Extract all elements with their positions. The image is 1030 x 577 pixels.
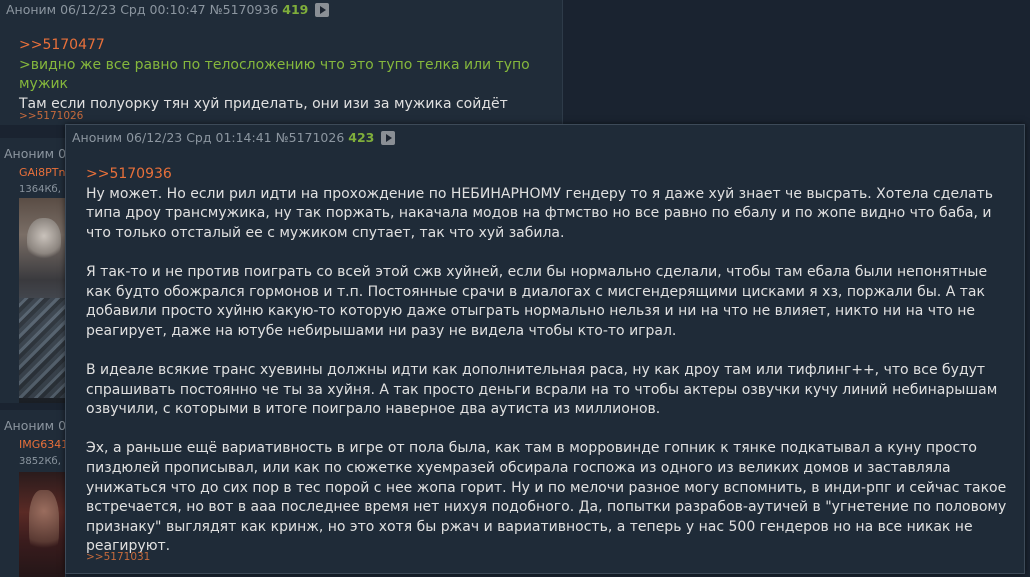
quote-text: >видно же все равно по телосложению что … <box>19 56 530 93</box>
post-paragraph: Ну может. Но если рил идти на прохождени… <box>86 185 993 241</box>
post-header: Аноним 06/12/23 Срд 00:10:47 №5170936 41… <box>6 2 330 17</box>
file-name[interactable]: GAi8PTn <box>19 166 65 179</box>
post: Аноним 06/12/23 Срд 00:10:47 №5170936 41… <box>0 0 563 125</box>
post-paragraph: Я так-то и не против поиграть со всей эт… <box>86 263 988 339</box>
post-number[interactable]: №5170936 <box>210 2 279 17</box>
post-paragraph: В идеале всякие транс хуевины должны идт… <box>86 361 998 418</box>
reply-link[interactable]: >>5170477 <box>19 36 562 56</box>
post-body: >>5170477 >видно же все равно по телосло… <box>19 36 562 114</box>
image-thumbnail[interactable] <box>19 472 65 577</box>
file-name[interactable]: IMG6341 <box>19 438 65 451</box>
post-date: 06/12/23 Срд 01:14:41 <box>126 130 272 145</box>
image-thumbnail[interactable] <box>19 198 65 403</box>
play-arrow-icon[interactable] <box>381 131 396 145</box>
post: Аноним 0 IMG6341 3852Кб, . <box>0 410 66 577</box>
post-count: 419 <box>282 2 309 17</box>
post: Аноним 0 GAi8PTn 1364Кб, . <box>0 138 66 403</box>
backlink[interactable]: >>5171031 <box>86 551 150 563</box>
post-count: 423 <box>348 130 375 145</box>
play-arrow-icon[interactable] <box>315 3 330 17</box>
backlink[interactable]: >>5171026 <box>19 110 83 122</box>
post-preview-popup: Аноним 06/12/23 Срд 01:14:41 №5171026 42… <box>65 124 1025 574</box>
post-paragraph: Эх, а раньше ещё вариативность в игре от… <box>86 440 1007 555</box>
reply-link[interactable]: >>5170936 <box>86 165 1011 185</box>
post-body: >>5170936 Ну может. Но если рил идти на … <box>86 165 1011 576</box>
poster-name: Аноним 0 <box>4 146 66 161</box>
post-number[interactable]: №5171026 <box>276 130 345 145</box>
post-header: Аноним 06/12/23 Срд 01:14:41 №5171026 42… <box>72 130 396 145</box>
post-text: Там если полуорку тян хуй приделать, они… <box>19 95 508 112</box>
post-date: 06/12/23 Срд 00:10:47 <box>60 2 206 17</box>
file-size: 3852Кб, . <box>19 456 66 467</box>
file-size: 1364Кб, . <box>19 184 66 195</box>
poster-name: Аноним 0 <box>4 418 66 433</box>
poster-name: Аноним <box>6 2 57 17</box>
poster-name: Аноним <box>72 130 123 145</box>
